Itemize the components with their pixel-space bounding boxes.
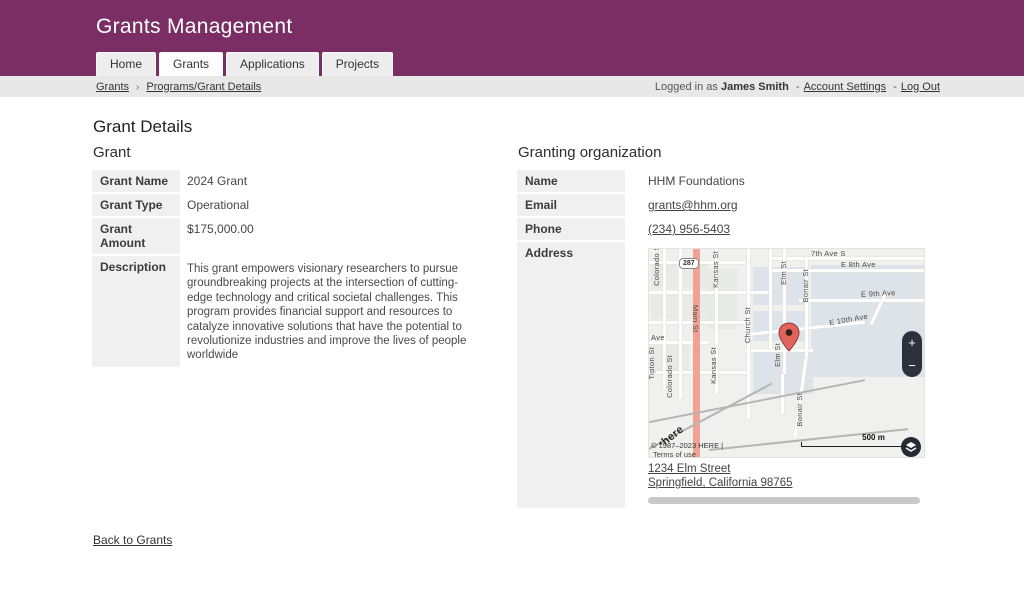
map-scale-line (801, 442, 906, 447)
map-canvas[interactable]: 7th Ave SE 8th AveE 9th AveE 10th AveAve… (648, 248, 925, 458)
map-zoom-control: + − (902, 331, 922, 377)
map-street-line (799, 299, 925, 302)
grant-name-row: Grant Name 2024 Grant (92, 170, 480, 192)
session-prefix: Logged in as (655, 81, 718, 93)
org-email-row: Email grants@hhm.org (517, 194, 930, 216)
map-street-label: E 8th Ave (841, 260, 876, 269)
breadcrumb-separator: › (136, 82, 139, 93)
separator: - (796, 81, 800, 93)
org-name-row: Name HHM Foundations (517, 170, 930, 192)
map-scale-label: 500 m (841, 433, 906, 442)
org-phone-label: Phone (517, 218, 625, 240)
map-street-label: Ave (651, 333, 665, 342)
grant-section: Grant Grant Name 2024 Grant Grant Type O… (92, 144, 480, 510)
org-name-label: Name (517, 170, 625, 192)
topbar: Grants › Programs/Grant Details Logged in … (0, 76, 1024, 97)
logout-link[interactable]: Log Out (901, 81, 940, 93)
map-street-line (769, 269, 925, 272)
map-street-label: Elm St (779, 261, 788, 285)
session-username: James Smith (721, 81, 789, 93)
org-name-value: HHM Foundations (648, 170, 930, 192)
map-scale-bar: 500 m (801, 433, 906, 447)
breadcrumb-link-current[interactable]: Programs/Grant Details (146, 81, 261, 93)
grant-type-label: Grant Type (92, 194, 180, 216)
map-attribution: © 1987–2023 HERE | (651, 441, 723, 450)
map-street-line (649, 291, 769, 294)
page-title: Grant Details (93, 117, 1024, 137)
org-address-row: Address (517, 242, 930, 508)
address-line1-link[interactable]: 1234 Elm Street (648, 462, 730, 476)
org-email-label: Email (517, 194, 625, 216)
tab-grants[interactable]: Grants (159, 52, 223, 76)
grant-description-row: Description This grant empowers visionar… (92, 256, 480, 367)
back-to-grants-link[interactable]: Back to Grants (93, 533, 172, 547)
app-title: Grants Management (0, 0, 1024, 39)
breadcrumb: Grants › Programs/Grant Details (96, 81, 261, 93)
tab-projects[interactable]: Projects (322, 52, 393, 76)
org-address-label: Address (517, 242, 625, 508)
map-street-label: Main St (691, 305, 700, 333)
location-pin-icon (778, 322, 800, 352)
highway-shield-287: 287 (679, 258, 699, 269)
breadcrumb-link-grants[interactable]: Grants (96, 81, 129, 93)
grant-amount-value: $175,000.00 (187, 218, 480, 254)
tab-applications[interactable]: Applications (226, 52, 319, 76)
tab-home[interactable]: Home (96, 52, 156, 76)
layers-icon (905, 441, 917, 453)
separator: - (893, 81, 897, 93)
map-street-label: Kansas St (709, 347, 718, 384)
map-street-label: Tipton St (648, 347, 656, 379)
grant-type-row: Grant Type Operational (92, 194, 480, 216)
map-street-label: Bonair St (795, 393, 804, 427)
grant-description-label: Description (92, 256, 180, 367)
map-street-label: Colorado St (652, 248, 661, 286)
main-nav: Home Grants Applications Projects (96, 52, 396, 76)
grant-name-value: 2024 Grant (187, 170, 480, 192)
grant-description-value: This grant empowers visionary researcher… (187, 256, 480, 367)
map-street-label: 7th Ave S (811, 249, 846, 258)
organization-heading: Granting organization (518, 144, 930, 161)
map-terms-link[interactable]: Terms of use (653, 450, 696, 458)
map-main-street-road (693, 249, 700, 458)
map-street-line (769, 249, 772, 349)
grant-heading: Grant (93, 144, 480, 161)
map-street-label: Kansas St (711, 251, 720, 288)
grant-amount-row: Grant Amount $175,000.00 (92, 218, 480, 254)
horizontal-scrollbar[interactable] (648, 497, 920, 504)
org-phone-link[interactable]: (234) 956-5403 (648, 222, 730, 236)
map-street-label: Colorado St (665, 355, 674, 398)
session-info: Logged in as James Smith -Account Settin… (655, 81, 940, 93)
main-content: Grant Details Grant Grant Name 2024 Gran… (0, 97, 1024, 547)
map-street-line (679, 249, 682, 399)
map-street-label: Church St (743, 307, 752, 343)
grant-amount-label: Grant Amount (92, 218, 180, 254)
zoom-in-button[interactable]: + (902, 331, 922, 354)
account-settings-link[interactable]: Account Settings (804, 81, 887, 93)
map-street-label: Bonair St (801, 269, 810, 303)
org-phone-row: Phone (234) 956-5403 (517, 218, 930, 240)
grant-type-value: Operational (187, 194, 480, 216)
zoom-out-button[interactable]: − (902, 354, 922, 377)
grant-name-label: Grant Name (92, 170, 180, 192)
org-email-link[interactable]: grants@hhm.org (648, 198, 738, 212)
organization-section: Granting organization Name HHM Foundatio… (517, 144, 930, 510)
app-header: Grants Management Home Grants Applicatio… (0, 0, 1024, 76)
map-street-label: E 9th Ave (861, 288, 896, 299)
address-line2-link[interactable]: Springfield, California 98765 (648, 476, 792, 490)
